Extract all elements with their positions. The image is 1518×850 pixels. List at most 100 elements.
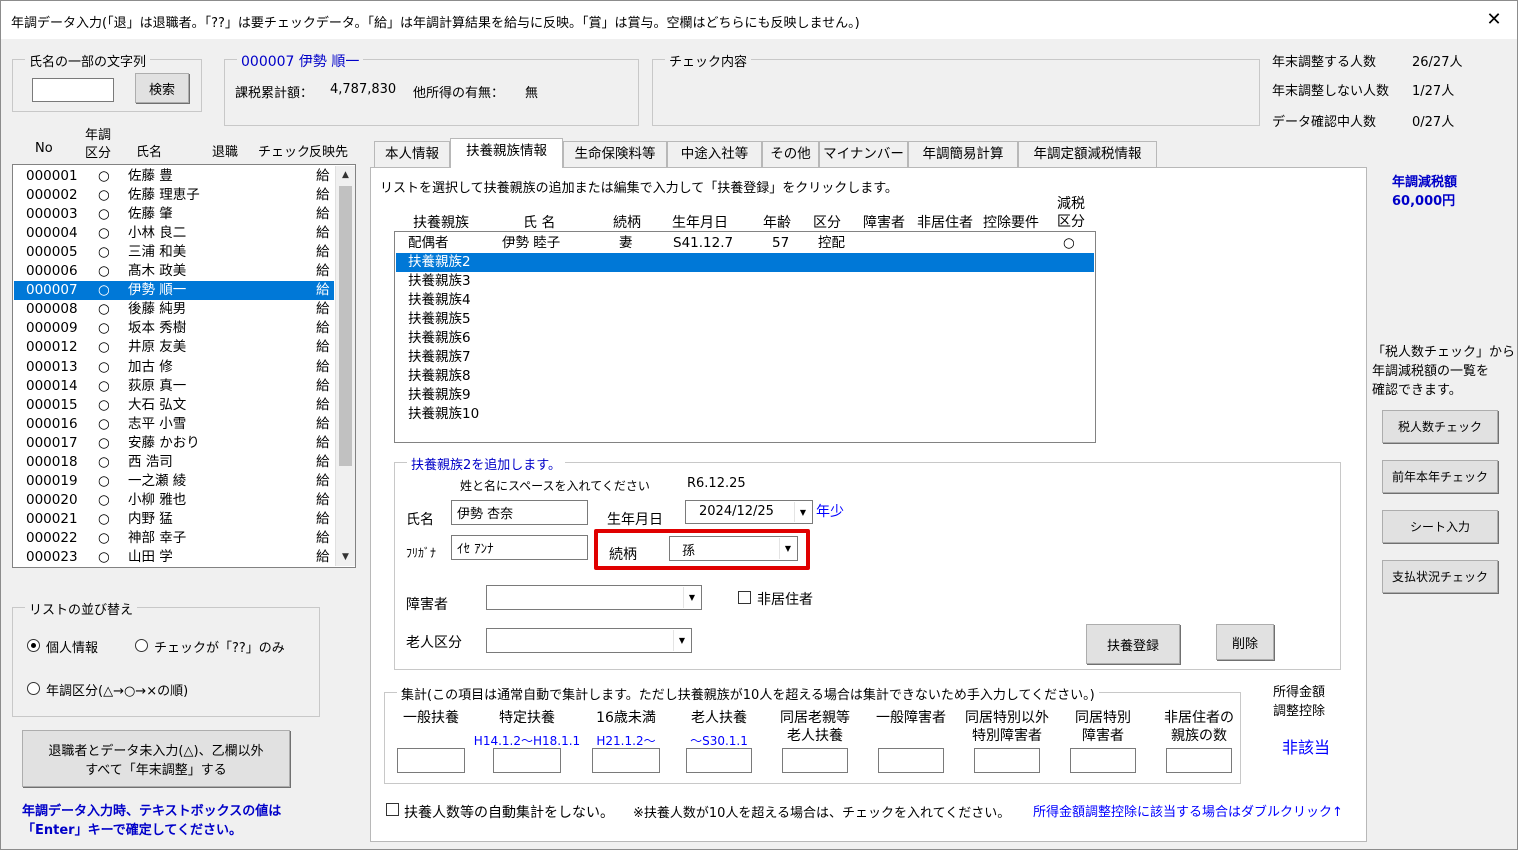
tab-genzei[interactable]: 年調定額減税情報 [1018,141,1157,167]
employee-hanei: 給 [316,377,330,394]
search-label: 氏名の一部の文字列 [25,51,151,70]
sort-radio-kubun[interactable] [27,682,40,695]
employee-no: 000005 [26,244,78,261]
dblclick-note: 所得金額調整控除に該当する場合はダブルクリック↑ [1033,805,1343,820]
sort-option-check[interactable]: チェックが「??」のみ [154,637,285,656]
auto-total-checkbox[interactable] [386,803,399,816]
employee-row[interactable]: 000016 ○ 志平 小雪 給 [14,415,334,434]
shogai-dropdown-icon[interactable]: ▼ [683,587,700,608]
totals-input-4[interactable] [686,748,752,773]
employee-row[interactable]: 000008 ○ 後藤 純男 給 [14,300,334,319]
stat-label-2: 年末調整しない人数 [1272,84,1390,99]
dep-fuyo: 扶養親族2 [408,253,471,270]
tab-sonota[interactable]: その他 [762,141,819,167]
dependent-row[interactable]: 扶養親族7 [396,348,1094,367]
employee-no: 000021 [26,510,78,527]
relation-dropdown-icon[interactable]: ▼ [779,538,796,559]
search-input[interactable] [32,78,114,102]
dependent-row[interactable]: 扶養親族3 [396,272,1094,291]
totals-input-6[interactable] [878,748,944,773]
employee-row[interactable]: 000015 ○ 大石 弘文 給 [14,396,334,415]
rojin-dropdown-icon[interactable]: ▼ [673,630,690,651]
auto-total-note: ※扶養人数が10人を超える場合は、チェックを入れてください。 [633,806,1011,821]
sort-group: リストの並び替え [12,599,320,717]
scroll-thumb[interactable] [339,186,352,466]
employee-row[interactable]: 000014 ○ 荻原 真一 給 [14,377,334,396]
register-button[interactable]: 扶養登録 [1086,624,1180,664]
employee-row[interactable]: 000013 ○ 加古 修 給 [14,358,334,377]
employee-name: 一之瀬 綾 [128,472,187,489]
dependents-list[interactable]: 配偶者 伊勢 睦子 妻 S41.12.7 57 控配 ○ 扶養親族2 扶養親族3 扶養親族4 扶養親… [394,231,1096,443]
search-button[interactable]: 検索 [135,73,189,103]
relation-combo[interactable]: 孫 ▼ [669,536,798,561]
dob-dropdown-icon[interactable]: ▼ [794,502,811,522]
main-window: 年調データ入力(「退」は退職者。「??」は要チェックデータ。「給」は年調計算結果… [0,0,1518,850]
dependent-row[interactable]: 扶養親族5 [396,310,1094,329]
totals-input-3[interactable] [592,748,660,773]
dependent-row[interactable]: 扶養親族8 [396,367,1094,386]
dep-col-kojo: 控除要件 [983,215,1039,231]
dependent-row[interactable]: 配偶者 伊勢 睦子 妻 S41.12.7 57 控配 ○ [396,234,1094,253]
tab-mynumber[interactable]: マイナンバー [819,141,908,167]
shotoku-value[interactable]: 非該当 [1282,734,1330,758]
hikyo-checkbox[interactable] [738,591,751,604]
totals-input-7[interactable] [974,748,1040,773]
prev-year-check-button[interactable]: 前年本年チェック [1382,460,1498,493]
sort-radio-personal[interactable] [27,639,40,652]
employee-row[interactable]: 000006 ○ 髙木 政美 給 [14,262,334,281]
scroll-up-icon[interactable]: ▲ [336,166,355,184]
name-input[interactable]: 伊勢 杏奈 [451,500,588,525]
employee-row[interactable]: 000012 ○ 井原 友美 給 [14,338,334,357]
sort-radio-check[interactable] [135,639,148,652]
employee-row[interactable]: 000009 ○ 坂本 秀樹 給 [14,319,334,338]
totals-input-5[interactable] [782,748,848,773]
dependent-row[interactable]: 扶養親族9 [396,386,1094,405]
employee-list[interactable]: ▲ ▼ 000001 ○ 佐藤 豊給 000002 ○ 佐藤 理恵子給 000003 ○ 佐藤 … [12,164,356,568]
totals-input-8[interactable] [1070,748,1136,773]
close-icon[interactable]: ✕ [1481,7,1507,33]
shogai-combo[interactable]: ▼ [486,585,702,610]
employee-kubun: ○ [98,301,110,318]
dep-col-age: 年齢 [763,215,791,231]
dob-combo[interactable]: 2024/12/25 ▼ [685,500,813,524]
employee-row[interactable]: 000001 ○ 佐藤 豊 給 [14,167,334,186]
employee-row[interactable]: 000021 ○ 内野 猛 給 [14,510,334,529]
employee-row[interactable]: 000017 ○ 安藤 かおり 給 [14,434,334,453]
tab-seimei[interactable]: 生命保険料等 [563,141,667,167]
bulk-adjust-button[interactable]: 退職者とデータ未入力(△)、乙欄以外 すべて「年末調整」する [22,730,290,787]
employee-row[interactable]: 000023 ○ 山田 学 給 [14,548,334,567]
scroll-down-icon[interactable]: ▼ [336,548,355,566]
tab-chuto[interactable]: 中途入社等 [667,141,762,167]
employee-row[interactable]: 000004 ○ 小林 良二 給 [14,224,334,243]
employee-row[interactable]: 000005 ○ 三浦 和美 給 [14,243,334,262]
employee-row[interactable]: 000022 ○ 神部 幸子 給 [14,529,334,548]
sort-option-kubun[interactable]: 年調区分(△→○→×の順) [46,680,188,699]
payment-status-check-button[interactable]: 支払状況チェック [1382,560,1498,593]
dependent-row[interactable]: 扶養親族6 [396,329,1094,348]
employee-row[interactable]: 000018 ○ 西 浩司 給 [14,453,334,472]
dependent-row[interactable]: 扶養親族10 [396,405,1094,424]
employee-row[interactable]: 000007 ○ 伊勢 順一 給 [14,281,334,301]
totals-input-2[interactable] [493,748,561,773]
delete-button[interactable]: 削除 [1216,624,1274,660]
bulk-adjust-line-2: すべて「年末調整」する [85,762,227,778]
employee-row[interactable]: 000003 ○ 佐藤 肇 給 [14,205,334,224]
sheet-input-button[interactable]: シート入力 [1382,510,1498,543]
rojin-combo[interactable]: ▼ [486,628,692,653]
tax-count-check-button[interactable]: 税人数チェック [1382,410,1498,443]
employee-kubun: ○ [98,529,110,546]
kana-input[interactable]: ｲｾ ｱﾝﾅ [451,535,588,560]
dependent-row[interactable]: 扶養親族4 [396,291,1094,310]
tab-kani[interactable]: 年調簡易計算 [908,141,1018,167]
sort-option-personal[interactable]: 個人情報 [46,637,98,656]
tab-fuyo[interactable]: 扶養親族情報 [450,138,563,168]
employee-row[interactable]: 000019 ○ 一之瀬 綾 給 [14,472,334,491]
tab-honnin[interactable]: 本人情報 [374,141,450,167]
dependent-row[interactable]: 扶養親族2 [396,252,1094,272]
employee-row[interactable]: 000020 ○ 小柳 雅也 給 [14,491,334,510]
totals-input-1[interactable] [397,748,465,773]
employee-no: 000009 [26,320,78,337]
employee-list-scrollbar[interactable]: ▲ ▼ [335,166,355,566]
employee-row[interactable]: 000002 ○ 佐藤 理恵子 給 [14,186,334,205]
totals-input-9[interactable] [1166,748,1232,773]
